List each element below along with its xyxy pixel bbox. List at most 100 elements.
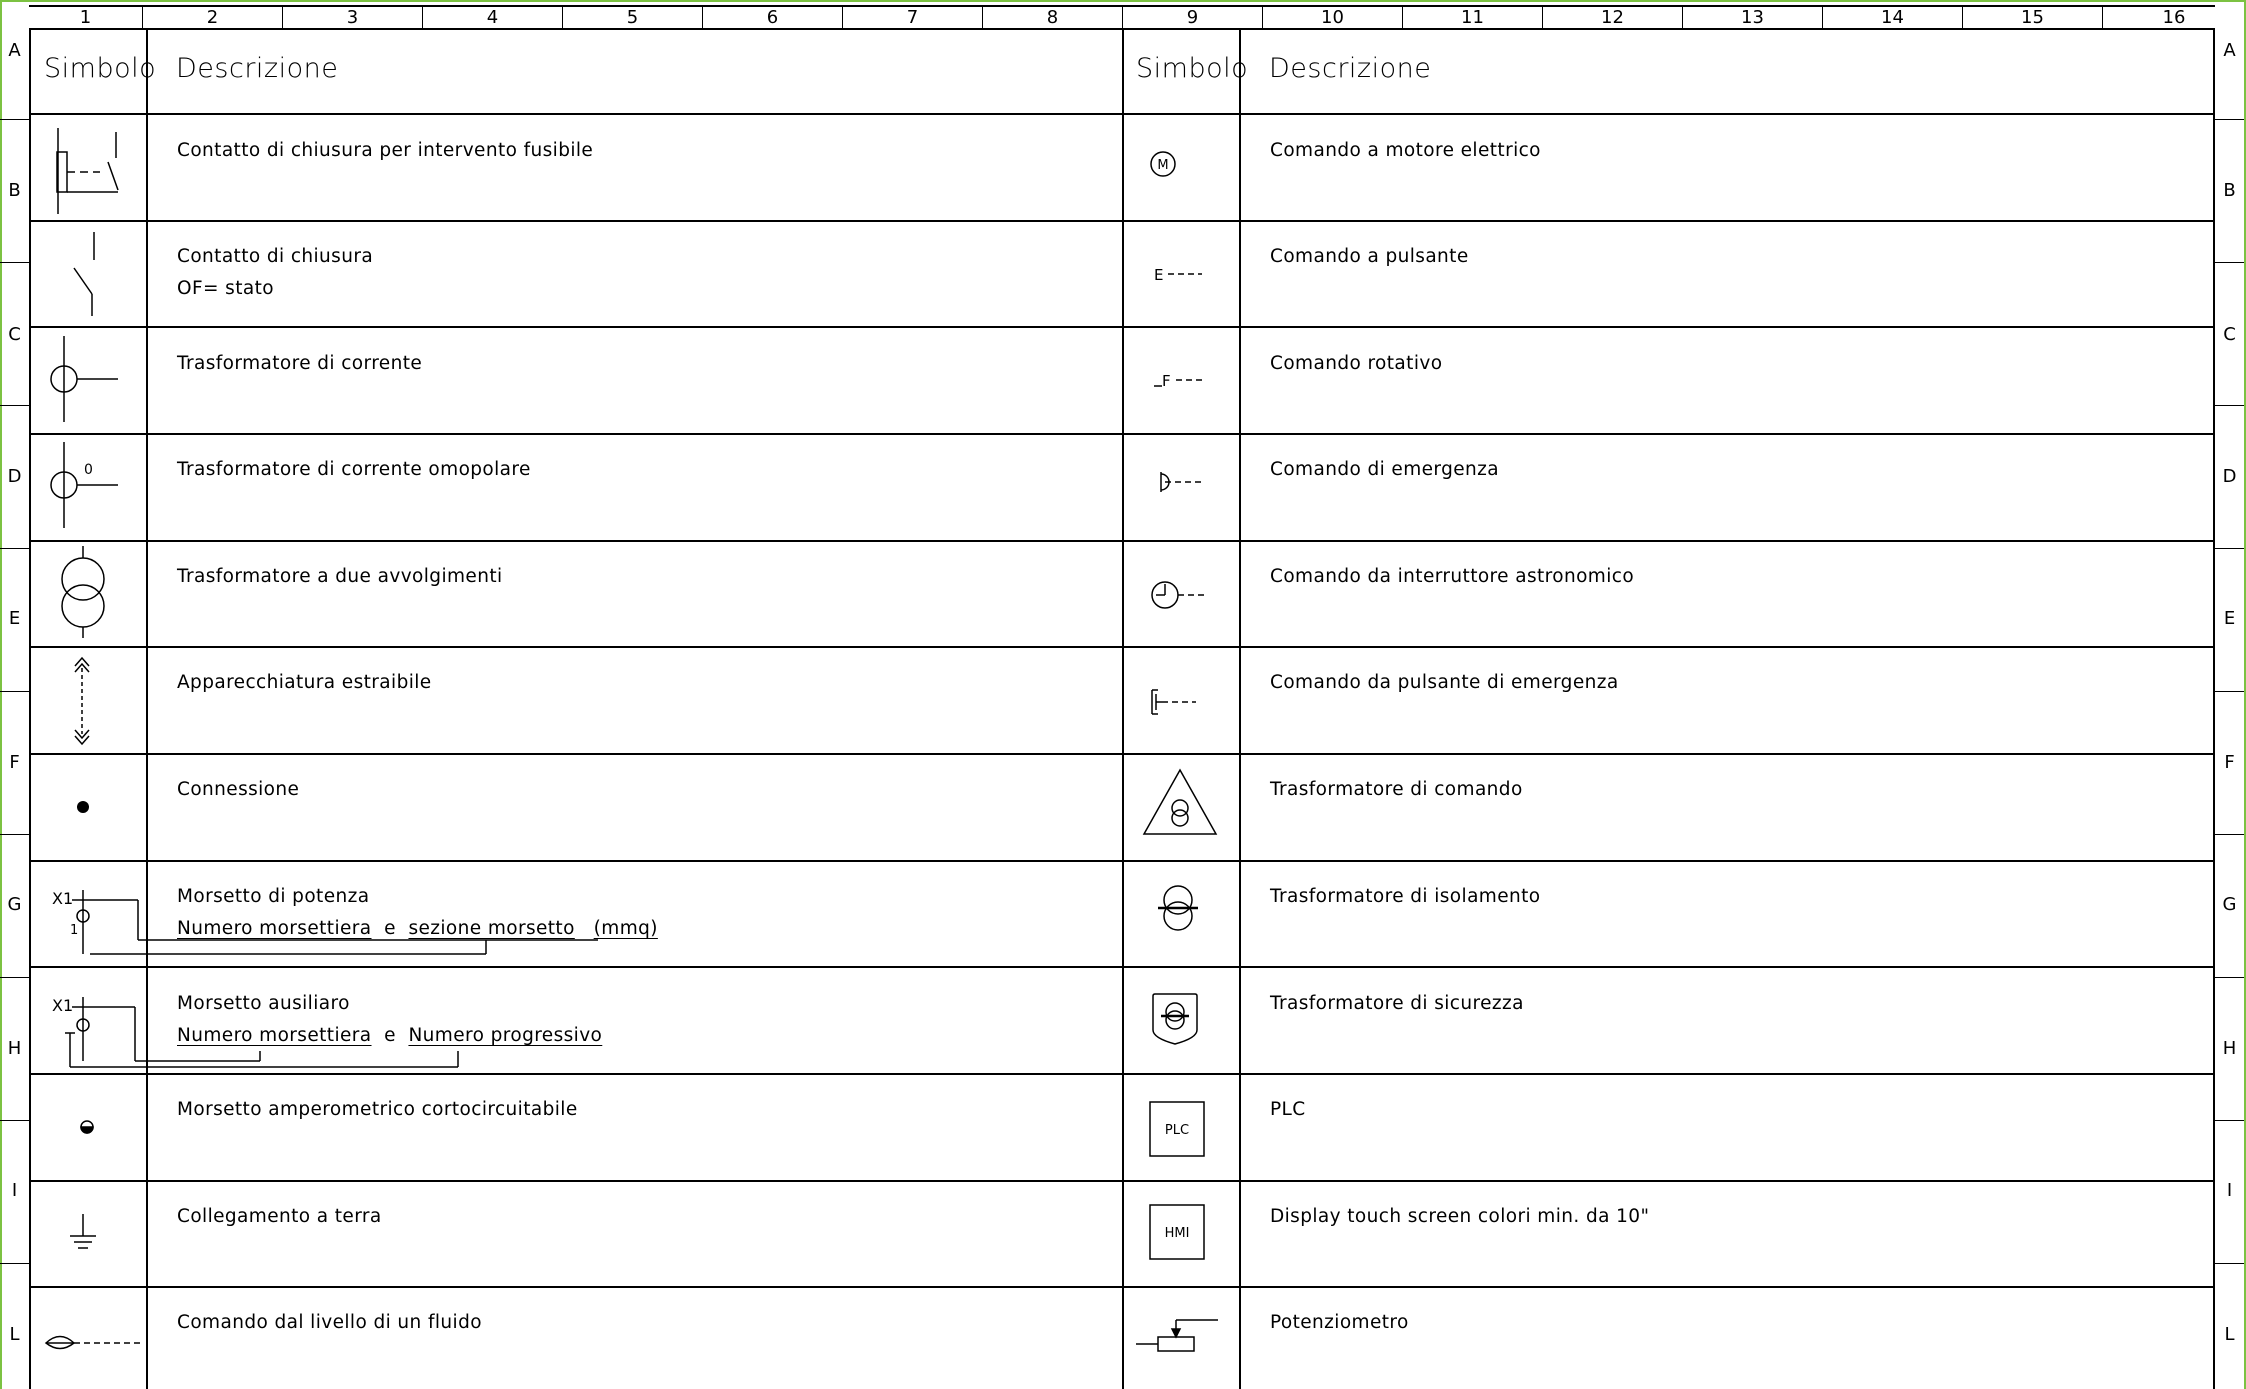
right-desc-7: Trasformatore di isolamento — [1270, 886, 1541, 907]
column-number: 5 — [563, 7, 703, 28]
current-transformer-icon — [48, 336, 120, 426]
isolation-transformer-icon — [1158, 884, 1202, 938]
row-ruler-right: A B C D E F G H I L — [2215, 28, 2244, 1389]
left-desc-10: Collegamento a terra — [177, 1206, 382, 1227]
control-transformer-icon — [1142, 768, 1218, 840]
two-winding-transformer-icon — [58, 546, 110, 642]
right-desc-3: Comando di emergenza — [1270, 459, 1499, 480]
left-desc-5: Apparecchiatura estraibile — [177, 672, 432, 693]
header-right-description: Descrizione — [1269, 53, 1432, 84]
safety-transformer-icon — [1151, 992, 1199, 1050]
column-number: 9 — [1123, 7, 1263, 28]
table-row-divider — [29, 433, 2215, 435]
divider-center — [1122, 28, 1124, 1389]
right-desc-6: Trasformatore di comando — [1270, 779, 1523, 800]
row-letter: L — [9, 1324, 20, 1345]
row-letter: I — [11, 1180, 18, 1201]
row-divider-tick — [0, 119, 29, 120]
earth-ground-icon — [68, 1212, 100, 1258]
row-letter: D — [2222, 466, 2237, 487]
row-divider-tick — [2215, 548, 2244, 549]
header-right-symbol: Simbolo — [1136, 53, 1249, 84]
row-divider-tick — [2215, 119, 2244, 120]
table-row-divider — [29, 753, 2215, 755]
left-desc-1-line1: Contatto di chiusura — [177, 246, 374, 267]
hmi-box-label: HMI — [1165, 1226, 1190, 1241]
homopolar-current-transformer-icon: 0 — [48, 442, 120, 532]
row-letter: G — [7, 894, 22, 915]
row-divider-tick — [0, 1263, 29, 1264]
emergency-control-icon — [1157, 470, 1207, 500]
table-row-divider — [29, 646, 2215, 648]
push-button-control-icon: E — [1154, 262, 1204, 290]
row-letter: H — [7, 1038, 22, 1059]
row-divider-tick — [0, 1120, 29, 1121]
left-desc-2: Trasformatore di corrente — [177, 353, 423, 374]
shortable-ammeter-terminal-icon — [79, 1119, 95, 1139]
row-divider-tick — [0, 977, 29, 978]
hmi-box-icon: HMI — [1149, 1204, 1205, 1264]
column-number: 11 — [1403, 7, 1543, 28]
column-number: 6 — [703, 7, 843, 28]
row-divider-tick — [2215, 405, 2244, 406]
row-letter: L — [2224, 1324, 2235, 1345]
row-letter: A — [2223, 40, 2236, 61]
column-number: 1 — [29, 7, 143, 28]
potentiometer-icon — [1136, 1316, 1222, 1360]
column-number: 14 — [1823, 7, 1963, 28]
row-letter: A — [8, 40, 21, 61]
row-divider-tick — [0, 834, 29, 835]
drawing-sheet: 1 2 3 4 5 6 7 8 9 10 11 12 13 14 15 16 ABCDEFGHIL ABCDE… — [0, 0, 2246, 1389]
row-letter: F — [2224, 752, 2235, 773]
header-left-description: Descrizione — [176, 53, 339, 84]
withdrawable-equipment-icon — [68, 654, 98, 752]
row-letter: G — [2222, 894, 2237, 915]
left-desc-1-line2: OF= stato — [177, 278, 274, 299]
motor-label: M — [1157, 158, 1168, 173]
row-letter: C — [2223, 324, 2236, 345]
table-row-divider — [29, 1073, 2215, 1075]
rotary-label: F — [1162, 372, 1171, 390]
column-number: 15 — [1963, 7, 2103, 28]
power-terminal-pin: 1 — [70, 923, 78, 938]
aux-terminal-label: X1 — [52, 996, 73, 1015]
right-desc-2: Comando rotativo — [1270, 353, 1443, 374]
homopolar-label: 0 — [84, 462, 93, 478]
column-number: 13 — [1683, 7, 1823, 28]
row-divider-tick — [2215, 834, 2244, 835]
row-letter: B — [8, 180, 21, 201]
right-desc-9: PLC — [1270, 1099, 1306, 1120]
row-divider-tick — [2215, 691, 2244, 692]
divider-left-symbol — [146, 28, 148, 1389]
row-divider-tick — [0, 405, 29, 406]
row-divider-tick — [0, 691, 29, 692]
left-desc-11: Comando dal livello di un fluido — [177, 1312, 482, 1333]
column-number: 7 — [843, 7, 983, 28]
auxiliary-terminal-icon: X1 — [50, 991, 470, 1071]
rotary-control-icon: F — [1154, 368, 1204, 396]
row-ruler-left: A B C D E F G H I L — [0, 28, 29, 1389]
row-letter: I — [2226, 1180, 2233, 1201]
column-ruler: 1 2 3 4 5 6 7 8 9 10 11 12 13 14 15 16 — [29, 5, 2215, 28]
right-desc-0: Comando a motore elettrico — [1270, 140, 1541, 161]
row-divider-tick — [0, 548, 29, 549]
left-desc-0: Contatto di chiusura per intervento fusi… — [177, 140, 594, 161]
left-desc-3: Trasformatore di corrente omopolare — [177, 459, 531, 480]
row-letter: F — [9, 752, 20, 773]
left-desc-4: Trasformatore a due avvolgimenti — [177, 566, 503, 587]
right-desc-8: Trasformatore di sicurezza — [1270, 993, 1524, 1014]
emergency-push-button-icon — [1150, 688, 1198, 720]
astronomical-timer-control-icon — [1150, 580, 1210, 614]
table-row-divider — [29, 220, 2215, 222]
fuse-trip-contact-icon — [50, 128, 130, 218]
right-desc-5: Comando da pulsante di emergenza — [1270, 672, 1619, 693]
power-terminal-icon: X1 1 — [50, 884, 610, 964]
column-number: 16 — [2162, 7, 2186, 28]
divider-right-symbol — [1239, 28, 1241, 1389]
closing-contact-icon — [70, 232, 110, 320]
row-letter: H — [2222, 1038, 2237, 1059]
left-desc-1: Contatto di chiusura OF= stato — [177, 246, 373, 300]
row-letter: C — [8, 324, 21, 345]
column-number: 12 — [1543, 7, 1683, 28]
table-row-divider — [29, 860, 2215, 862]
